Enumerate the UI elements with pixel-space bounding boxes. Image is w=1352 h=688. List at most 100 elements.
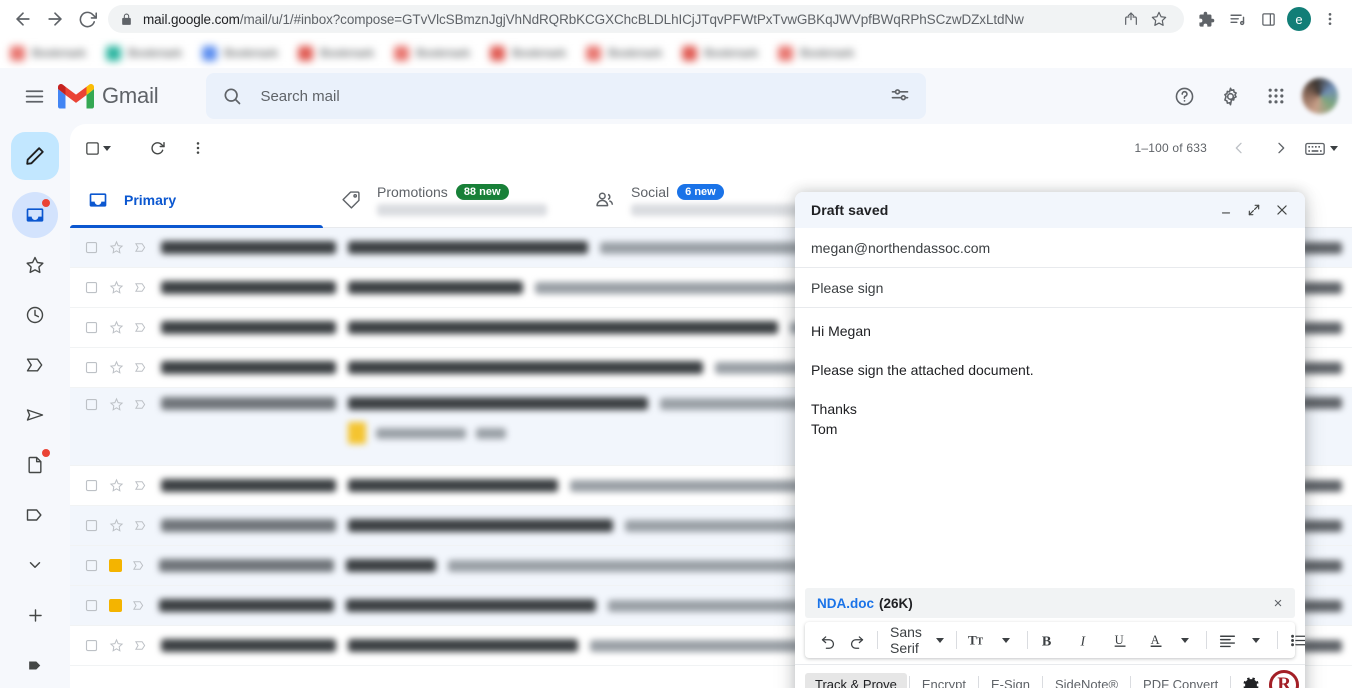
remove-attachment-icon[interactable]: × <box>1269 595 1287 612</box>
main-menu-icon[interactable] <box>12 74 56 118</box>
select-all-checkbox[interactable] <box>84 140 136 157</box>
bookmark-item[interactable]: Bookmark <box>490 45 566 61</box>
tag-icon <box>341 190 361 210</box>
body-line: Please sign the attached document. <box>811 362 1034 378</box>
forward-icon[interactable] <box>40 4 70 34</box>
addon-encrypt[interactable]: Encrypt <box>912 673 976 688</box>
bookmark-item[interactable]: Bookmark <box>778 45 854 61</box>
address-bar[interactable]: mail.google.com/mail/u/1/#inbox?compose=… <box>108 5 1184 33</box>
back-icon[interactable] <box>8 4 38 34</box>
sidebar-item-drafts[interactable] <box>12 442 58 488</box>
gmail-logo[interactable]: Gmail <box>58 83 159 110</box>
font-family-select[interactable]: Sans Serif <box>886 624 948 656</box>
row-controls[interactable] <box>84 478 149 493</box>
share-icon[interactable] <box>1118 6 1144 32</box>
starred-icon[interactable] <box>109 599 122 612</box>
redo-icon[interactable] <box>843 626 869 654</box>
numbered-list-icon[interactable] <box>1286 626 1305 654</box>
sidebar-item-important[interactable] <box>12 342 58 388</box>
google-apps-icon[interactable] <box>1256 76 1296 116</box>
tab-primary[interactable]: Primary <box>70 172 323 228</box>
compose-header-actions <box>1213 197 1295 223</box>
bookmark-item[interactable]: Bookmark <box>394 45 470 61</box>
compose-button[interactable] <box>11 132 59 180</box>
sidebar-expand-more-icon[interactable] <box>12 542 58 588</box>
addon-pdf-convert[interactable]: PDF Convert <box>1133 673 1228 688</box>
compose-header[interactable]: Draft saved <box>795 192 1305 228</box>
input-tools-chevron-icon[interactable] <box>1330 145 1338 151</box>
row-controls[interactable] <box>84 360 149 375</box>
attachment-filename[interactable]: NDA.doc <box>817 596 874 611</box>
font-size-chevron-icon[interactable] <box>993 626 1019 654</box>
bookmark-item[interactable]: Bookmark <box>106 45 182 61</box>
row-controls[interactable] <box>84 320 149 335</box>
search-bar[interactable] <box>206 73 927 119</box>
bookmark-item[interactable]: Bookmark <box>298 45 374 61</box>
sender-name <box>161 519 336 532</box>
bold-icon[interactable]: B <box>1036 626 1062 654</box>
row-controls[interactable] <box>84 240 149 255</box>
search-options-icon[interactable] <box>890 86 910 106</box>
extensions-puzzle-icon[interactable] <box>1192 5 1220 33</box>
text-color-chevron-icon[interactable] <box>1172 626 1198 654</box>
tab-social[interactable]: Social 6 new <box>576 172 829 227</box>
bookmark-item[interactable]: Bookmark <box>586 45 662 61</box>
more-options-icon[interactable] <box>180 130 216 166</box>
subject-text <box>348 397 648 410</box>
starred-icon[interactable] <box>109 559 122 572</box>
bookmark-item[interactable]: Bookmark <box>202 45 278 61</box>
row-controls[interactable] <box>84 397 149 412</box>
undo-icon[interactable] <box>815 626 841 654</box>
recipient-field[interactable]: megan@northendassoc.com <box>795 228 1305 268</box>
sidebar-item-snoozed[interactable] <box>12 292 58 338</box>
bookmark-star-icon[interactable] <box>1146 6 1172 32</box>
reading-list-icon[interactable] <box>1223 5 1251 33</box>
minimize-icon[interactable] <box>1213 197 1239 223</box>
tab-promotions[interactable]: Promotions 88 new <box>323 172 576 227</box>
older-page-icon[interactable] <box>1263 130 1299 166</box>
account-avatar[interactable] <box>1302 78 1338 114</box>
search-input[interactable] <box>260 87 873 105</box>
row-controls[interactable] <box>84 638 149 653</box>
align-icon[interactable] <box>1215 626 1241 654</box>
browser-profile-avatar[interactable]: e <box>1287 7 1311 31</box>
bookmark-item[interactable]: Bookmark <box>682 45 758 61</box>
row-controls[interactable] <box>84 518 149 533</box>
addon-settings-gear-icon[interactable] <box>1239 674 1261 688</box>
side-panel-icon[interactable] <box>1254 5 1282 33</box>
addon-esign[interactable]: E-Sign <box>981 673 1040 688</box>
subject-field[interactable]: Please sign <box>795 268 1305 308</box>
reload-icon[interactable] <box>72 4 102 34</box>
addon-toolbar: Track & Prove Encrypt E-Sign SideNote® P… <box>795 664 1305 688</box>
create-label-icon[interactable] <box>12 592 58 638</box>
chevron-down-icon[interactable] <box>103 145 111 151</box>
bookmark-item[interactable]: Bookmark <box>10 45 86 61</box>
refresh-icon[interactable] <box>140 130 176 166</box>
sidebar-item-categories[interactable] <box>12 492 58 538</box>
close-icon[interactable] <box>1269 197 1295 223</box>
row-controls[interactable] <box>84 598 147 613</box>
sidebar-item-sent[interactable] <box>12 392 58 438</box>
settings-gear-icon[interactable] <box>1210 76 1250 116</box>
help-icon[interactable] <box>1164 76 1204 116</box>
row-controls[interactable] <box>84 280 149 295</box>
addon-sidenote[interactable]: SideNote® <box>1045 673 1128 688</box>
rpost-logo-icon[interactable]: R <box>1269 669 1300 688</box>
text-color-icon[interactable]: A <box>1144 626 1170 654</box>
input-tools-icon[interactable] <box>1305 141 1338 156</box>
message-body[interactable]: Hi Megan Please sign the attached docume… <box>795 308 1305 588</box>
chrome-menu-icon[interactable] <box>1316 5 1344 33</box>
fullscreen-expand-icon[interactable] <box>1241 197 1267 223</box>
addon-track-and-prove[interactable]: Track & Prove <box>805 673 907 688</box>
chevron-down-icon[interactable] <box>935 637 944 643</box>
row-controls[interactable] <box>84 558 147 573</box>
underline-icon[interactable]: U <box>1108 626 1134 654</box>
attachment-chip[interactable]: NDA.doc (26K) × <box>805 588 1295 618</box>
sidebar-label-1[interactable] <box>12 642 58 688</box>
sidebar-item-starred[interactable] <box>12 242 58 288</box>
align-chevron-icon[interactable] <box>1243 626 1269 654</box>
font-size-icon[interactable]: TT <box>965 626 991 654</box>
italic-icon[interactable]: I <box>1072 626 1098 654</box>
sidebar-item-inbox[interactable] <box>12 192 58 238</box>
newer-page-icon[interactable] <box>1221 130 1257 166</box>
